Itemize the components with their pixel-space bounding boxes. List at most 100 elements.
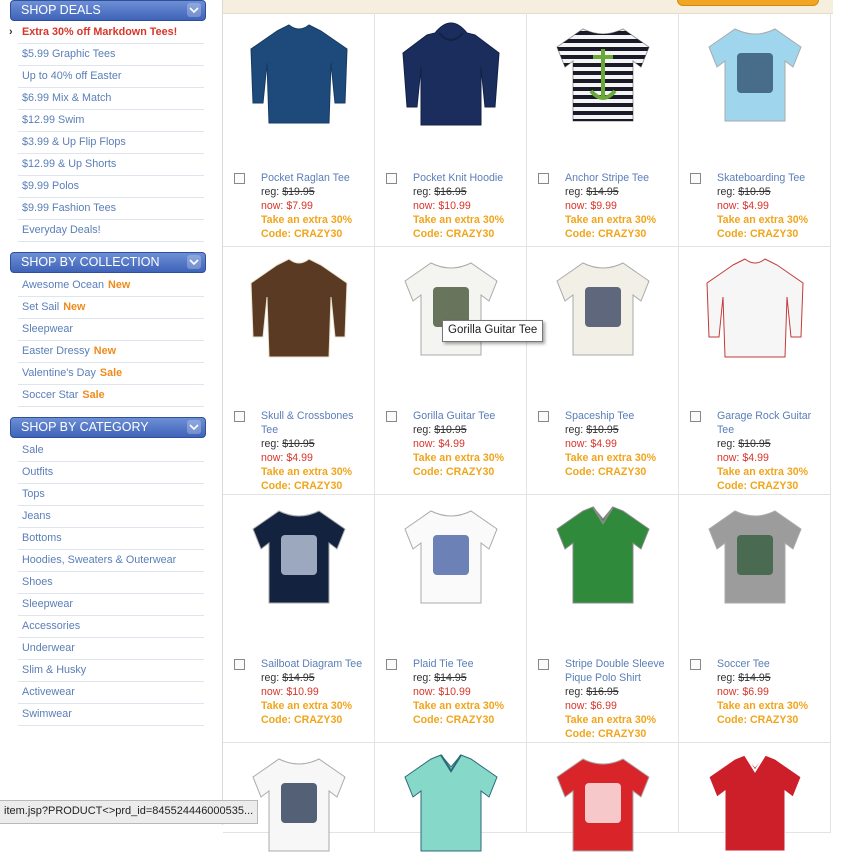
sidebar-item-sale[interactable]: Sale xyxy=(18,440,204,462)
arrow-right-icon: › xyxy=(9,26,13,38)
shop-by-collection-header[interactable]: SHOP BY COLLECTION xyxy=(10,252,206,273)
sale-price: now: $4.99 xyxy=(717,451,829,465)
sidebar-item-extra-30-off-markdown-tees[interactable]: › Extra 30% off Markdown Tees! xyxy=(9,22,204,44)
sidebar-item-jeans[interactable]: Jeans xyxy=(18,506,204,528)
sale-price-value: $4.99 xyxy=(590,438,617,450)
sidebar-item-label: $6.99 Mix & Match xyxy=(22,92,112,104)
product-name-link[interactable]: Gorilla Guitar Tee xyxy=(413,409,525,423)
compare-checkbox[interactable] xyxy=(234,173,245,184)
sidebar-item-hoodies-sweaters-outerwear[interactable]: Hoodies, Sweaters & Outerwear xyxy=(18,550,204,572)
compare-checkbox[interactable] xyxy=(538,173,549,184)
product-name-link[interactable]: Garage Rock Guitar Tee xyxy=(717,409,829,437)
sidebar-item-12-99-up-shorts[interactable]: $12.99 & Up Shorts xyxy=(18,154,204,176)
product-image[interactable] xyxy=(395,747,507,859)
sidebar-item-shoes[interactable]: Shoes xyxy=(18,572,204,594)
regular-price-value: $10.95 xyxy=(738,438,771,450)
regular-price-label: reg: xyxy=(261,672,280,684)
product-image[interactable] xyxy=(547,499,659,611)
product-name-link[interactable]: Plaid Tie Tee xyxy=(413,657,525,671)
compare-checkbox[interactable] xyxy=(690,411,701,422)
compare-checkbox[interactable] xyxy=(538,659,549,670)
sidebar-item-label: Sleepwear xyxy=(22,323,74,335)
sidebar-item-label: Set Sail xyxy=(22,301,60,313)
shop-by-category-header[interactable]: SHOP BY CATEGORY xyxy=(10,417,206,438)
product-image[interactable] xyxy=(243,251,355,363)
product-name-link[interactable]: Skateboarding Tee xyxy=(717,171,829,185)
sidebar-item-up-to-40-off-easter[interactable]: Up to 40% off Easter xyxy=(18,66,204,88)
sidebar: SHOP DEALS › Extra 30% off Markdown Tees!… xyxy=(0,0,212,825)
product-image[interactable] xyxy=(547,17,659,129)
sidebar-item-underwear[interactable]: Underwear xyxy=(18,638,204,660)
sidebar-item-awesome-ocean[interactable]: Awesome Ocean New xyxy=(18,275,204,297)
compare-checkbox[interactable] xyxy=(386,173,397,184)
sidebar-item-set-sail[interactable]: Set Sail New xyxy=(18,297,204,319)
product-image[interactable] xyxy=(699,17,811,129)
chevron-down-icon[interactable] xyxy=(187,3,201,17)
sidebar-item-outfits[interactable]: Outfits xyxy=(18,462,204,484)
product-image[interactable] xyxy=(699,747,811,859)
sale-price-label: now: xyxy=(565,700,588,712)
product-name-link[interactable]: Sailboat Diagram Tee xyxy=(261,657,373,671)
toolbar-button[interactable] xyxy=(677,0,819,6)
compare-checkbox[interactable] xyxy=(234,411,245,422)
sidebar-item-9-99-fashion-tees[interactable]: $9.99 Fashion Tees xyxy=(18,198,204,220)
product-image[interactable] xyxy=(243,17,355,129)
product-info: Pocket Knit Hoodie reg: $16.95 now: $10.99… xyxy=(413,171,525,241)
product-image[interactable] xyxy=(547,251,659,363)
product-image[interactable] xyxy=(395,499,507,611)
compare-checkbox[interactable] xyxy=(690,659,701,670)
shop-deals-header[interactable]: SHOP DEALS xyxy=(10,0,206,21)
sidebar-item-soccer-star[interactable]: Soccer Star Sale xyxy=(18,385,204,407)
sale-price: now: $4.99 xyxy=(413,437,525,451)
product-info: Garage Rock Guitar Tee reg: $10.95 now: $4… xyxy=(717,409,829,493)
product-image[interactable] xyxy=(243,747,355,859)
compare-checkbox[interactable] xyxy=(234,659,245,670)
sale-price-value: $6.99 xyxy=(742,686,769,698)
compare-checkbox[interactable] xyxy=(538,411,549,422)
product-image[interactable] xyxy=(243,499,355,611)
sale-price-value: $4.99 xyxy=(742,452,769,464)
sidebar-item-bottoms[interactable]: Bottoms xyxy=(18,528,204,550)
product-name-link[interactable]: Spaceship Tee xyxy=(565,409,677,423)
regular-price-value: $16.95 xyxy=(586,686,619,698)
sidebar-item-tops[interactable]: Tops xyxy=(18,484,204,506)
sidebar-item-valentine-s-day[interactable]: Valentine's Day Sale xyxy=(18,363,204,385)
product-image[interactable] xyxy=(699,499,811,611)
sidebar-item-12-99-swim[interactable]: $12.99 Swim xyxy=(18,110,204,132)
product-name-link[interactable]: Skull & Crossbones Tee xyxy=(261,409,373,437)
compare-checkbox[interactable] xyxy=(386,659,397,670)
sidebar-item-slim-husky[interactable]: Slim & Husky xyxy=(18,660,204,682)
regular-price: reg: $10.95 xyxy=(413,423,525,437)
sale-price: now: $4.99 xyxy=(565,437,677,451)
sidebar-item-3-99-up-flip-flops[interactable]: $3.99 & Up Flip Flops xyxy=(18,132,204,154)
product-image[interactable] xyxy=(699,251,811,363)
product-image[interactable] xyxy=(395,251,507,363)
sidebar-item-swimwear[interactable]: Swimwear xyxy=(18,704,204,726)
chevron-down-icon[interactable] xyxy=(187,255,201,269)
promo-offer: Take an extra 30% xyxy=(717,466,809,478)
sidebar-item-6-99-mix-match[interactable]: $6.99 Mix & Match xyxy=(18,88,204,110)
chevron-down-icon[interactable] xyxy=(187,420,201,434)
sidebar-item-5-99-graphic-tees[interactable]: $5.99 Graphic Tees xyxy=(18,44,204,66)
sidebar-item-label: Valentine's Day xyxy=(22,367,96,379)
product-card xyxy=(527,743,679,852)
sale-price: now: $4.99 xyxy=(261,451,373,465)
product-name-link[interactable]: Anchor Stripe Tee xyxy=(565,171,677,185)
compare-checkbox[interactable] xyxy=(690,173,701,184)
sidebar-item-sleepwear[interactable]: Sleepwear xyxy=(18,594,204,616)
sidebar-item-activewear[interactable]: Activewear xyxy=(18,682,204,704)
product-image[interactable] xyxy=(395,17,507,129)
sidebar-item-everyday-deals[interactable]: Everyday Deals! xyxy=(18,220,204,242)
sidebar-item-9-99-polos[interactable]: $9.99 Polos xyxy=(18,176,204,198)
promo-code: Code: CRAZY30 xyxy=(717,480,799,492)
product-name-link[interactable]: Pocket Knit Hoodie xyxy=(413,171,525,185)
product-name-link[interactable]: Soccer Tee xyxy=(717,657,829,671)
shop-by-category-list: Sale Outfits Tops Jeans Bottoms Hoodies, Swea… xyxy=(18,440,204,726)
sidebar-item-sleepwear[interactable]: Sleepwear xyxy=(18,319,204,341)
product-name-link[interactable]: Pocket Raglan Tee xyxy=(261,171,373,185)
compare-checkbox[interactable] xyxy=(386,411,397,422)
sidebar-item-easter-dressy[interactable]: Easter Dressy New xyxy=(18,341,204,363)
product-image[interactable] xyxy=(547,747,659,859)
product-name-link[interactable]: Stripe Double Sleeve Pique Polo Shirt xyxy=(565,657,677,685)
sidebar-item-accessories[interactable]: Accessories xyxy=(18,616,204,638)
